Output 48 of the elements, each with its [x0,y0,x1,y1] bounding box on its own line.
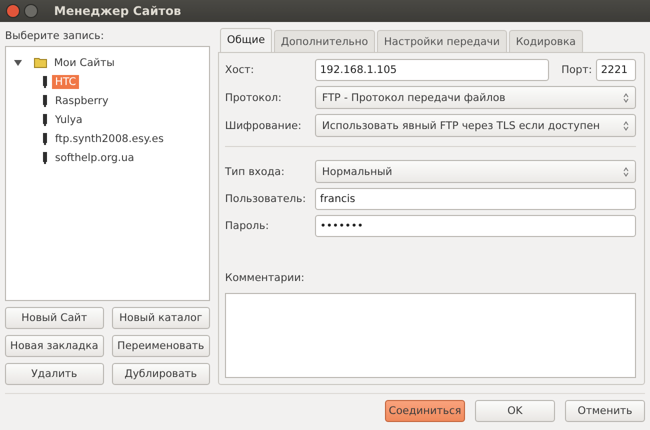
action-button[interactable]: Дублировать [112,363,210,385]
server-icon [42,132,48,146]
server-icon [42,112,48,126]
field-label: Тип входа: [225,166,286,178]
input-field[interactable]: ••••••• [315,215,636,237]
dropdown[interactable]: Нормальный [315,160,636,183]
action-button[interactable]: Удалить [5,363,104,385]
tree-item[interactable]: softhelp.org.ua [52,150,138,164]
dropdown[interactable]: Использовать явный FTP через TLS если доступен [315,114,636,137]
action-button[interactable]: Новая закладка [5,335,104,357]
dialog-button[interactable]: Отменить [565,400,645,422]
field-label: Комментарии: [225,272,306,284]
action-button[interactable]: Новый каталог [112,307,210,329]
server-icon [42,150,48,164]
server-icon [42,94,48,108]
field-label: Хост: [225,64,256,76]
spinner-icon [623,166,629,176]
action-button[interactable]: Новый Сайт [5,307,104,329]
folder-icon [34,57,47,68]
tab[interactable]: Настройки передачи [377,30,507,52]
tree-label: Выберите запись: [5,30,106,42]
server-icon [42,74,48,88]
dialog-button[interactable]: Соединиться [385,400,465,422]
field-label: Пароль: [225,220,270,232]
tab[interactable]: Общие [220,28,272,52]
input-field[interactable]: francis [315,188,636,210]
tree-item[interactable]: ftp.synth2008.esy.es [52,132,167,146]
tab[interactable]: Дополнительно [274,30,376,52]
spinner-icon [623,120,629,130]
tree-item[interactable]: Мои Сайты [51,56,118,70]
dropdown[interactable]: FTP - Протокол передачи файлов [315,86,636,109]
spinner-icon [623,92,629,102]
tree-item[interactable]: Raspberry [52,94,112,108]
action-button[interactable]: Переименовать [112,335,210,357]
input-field[interactable]: 2221 [596,59,636,81]
expander-icon[interactable] [14,58,22,66]
tab[interactable]: Кодировка [508,30,583,52]
tree-item[interactable]: Yulya [52,112,86,126]
window-title: Менеджер Сайтов [54,4,182,18]
input-field[interactable]: 192.168.1.105 [315,59,550,81]
comments-field[interactable] [225,293,636,378]
field-label: Пользователь: [225,193,307,205]
close-icon[interactable] [6,4,20,18]
field-label: Порт: [561,64,592,76]
field-label: Протокол: [225,92,283,104]
field-label: Шифрование: [225,120,302,132]
dialog-button[interactable]: OK [475,400,555,422]
minimize-icon[interactable] [24,4,38,18]
